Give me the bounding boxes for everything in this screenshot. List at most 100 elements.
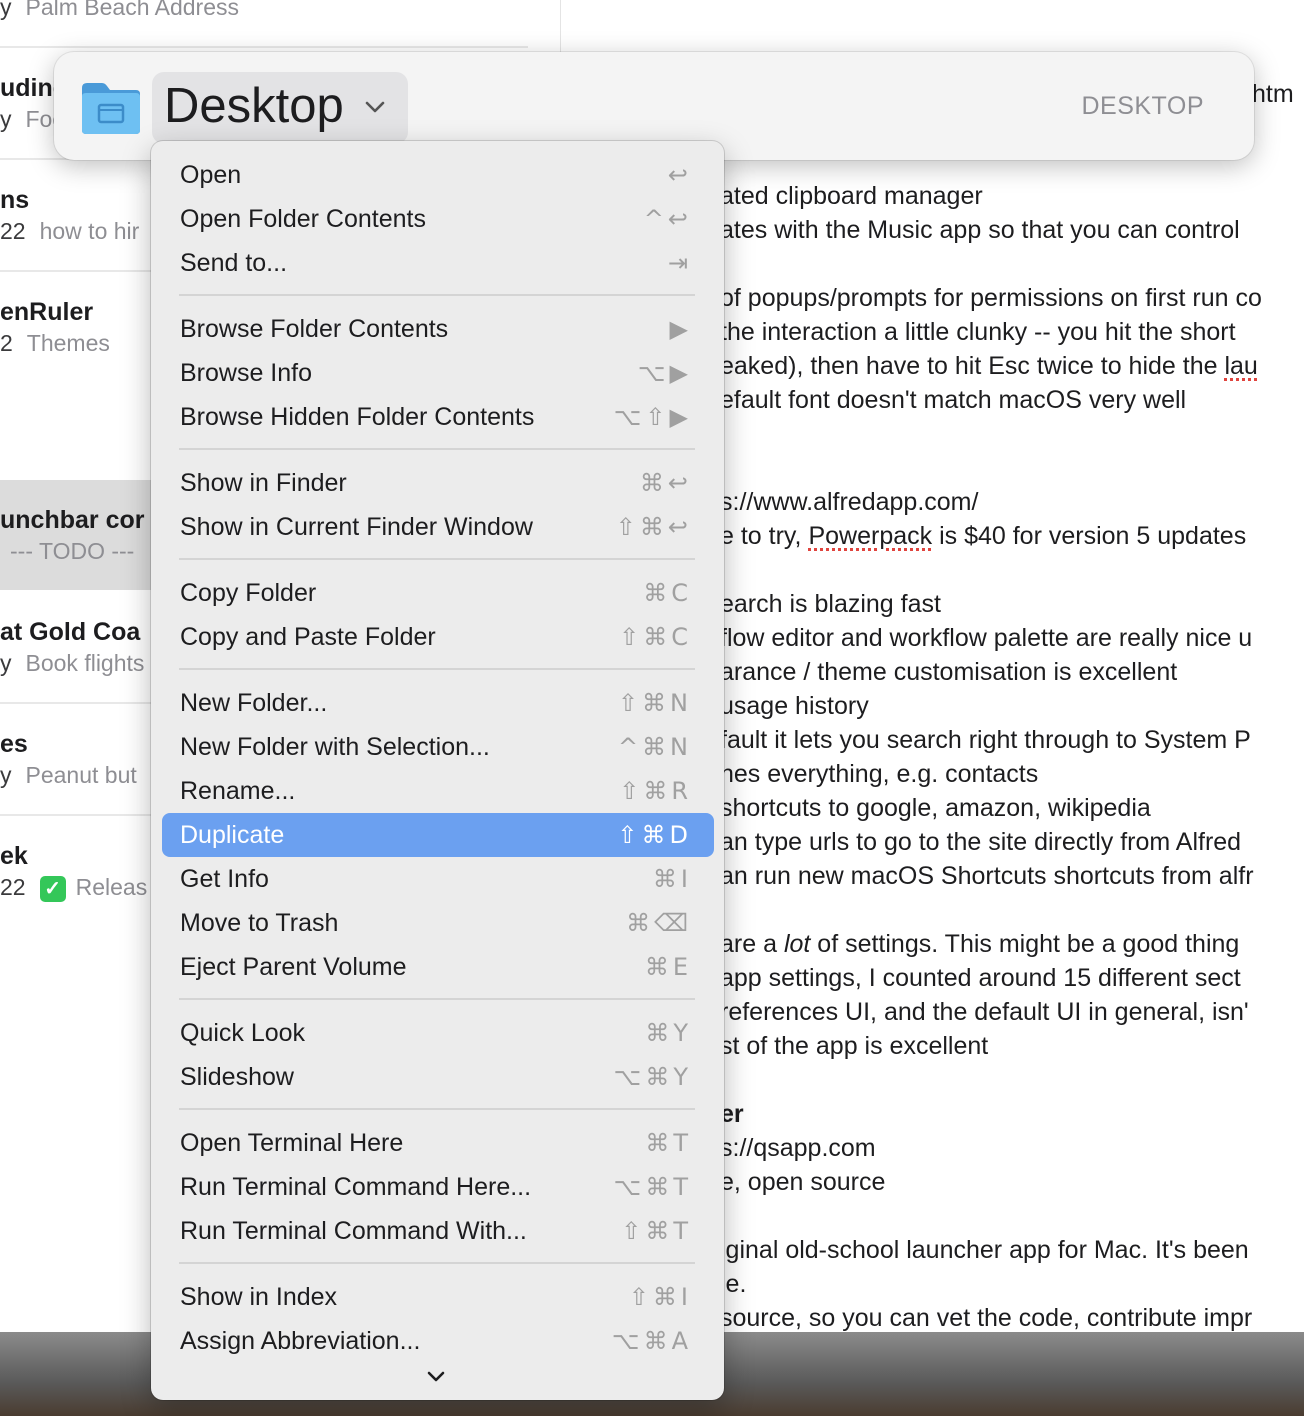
menu-item-label: Slideshow	[180, 1063, 294, 1091]
folder-name: Desktop	[164, 79, 344, 133]
menu-item-browse-folder-contents[interactable]: Browse Folder Contents ▶	[162, 307, 714, 351]
menu-item-shortcut: ^⌘N	[617, 733, 692, 761]
menu-item-open-terminal-here[interactable]: Open Terminal Here ⌘T	[162, 1121, 714, 1165]
note-body-line: the interaction a little clunky -- you h…	[720, 318, 1236, 346]
menu-item-move-to-trash[interactable]: Move to Trash ⌘⌫	[162, 901, 714, 945]
menu-item-label: Copy Folder	[180, 579, 317, 607]
menu-item-shortcut: ↩	[667, 161, 692, 189]
menu-item-label: Open Terminal Here	[180, 1129, 404, 1157]
menu-item-shortcut: ⇧⌘I	[628, 1283, 692, 1311]
menu-item-slideshow[interactable]: Slideshow ⌥⌘Y	[162, 1055, 714, 1099]
note-date: y	[0, 650, 12, 676]
menu-item-new-folder[interactable]: New Folder... ⇧⌘N	[162, 681, 714, 725]
menu-item-run-terminal-command-here[interactable]: Run Terminal Command Here... ⌥⌘T	[162, 1165, 714, 1209]
menu-item-shortcut: ⇧⌘R	[619, 777, 692, 805]
menu-item-label: Show in Finder	[180, 469, 347, 497]
action-menu: Open ↩ Open Folder Contents ^↩ Send to... ⇥ Br…	[151, 141, 724, 1400]
menu-item-shortcut: ⇧⌘D	[617, 821, 692, 849]
note-body-line: efault font doesn't match macOS very wel…	[720, 386, 1187, 414]
menu-item-show-in-current-finder-window[interactable]: Show in Current Finder Window ⇧⌘↩	[162, 505, 714, 549]
note-date: 2	[0, 330, 13, 356]
note-title: at Gold Coa	[0, 618, 141, 646]
menu-item-shortcut: ⌘↩	[639, 469, 692, 497]
note-snippet-text: Peanut but	[25, 762, 137, 788]
menu-separator	[179, 1262, 695, 1264]
menu-item-browse-hidden-folder-contents[interactable]: Browse Hidden Folder Contents ⌥⇧▶	[162, 395, 714, 439]
note-body-line: ated clipboard manager	[720, 182, 983, 210]
note-body-line: references UI, and the default UI in gen…	[720, 998, 1249, 1026]
menu-item-label: Open	[180, 161, 242, 189]
menu-item-label: Show in Index	[180, 1283, 338, 1311]
menu-item-shortcut: ⇧⌘N	[617, 689, 692, 717]
menu-item-rename[interactable]: Rename... ⇧⌘R	[162, 769, 714, 813]
menu-item-label: Get Info	[180, 865, 269, 893]
note-snippet-text: Releas	[75, 874, 148, 900]
menu-item-shortcut: ⌘⌫	[626, 909, 692, 937]
menu-item-label: Quick Look	[180, 1019, 306, 1047]
menu-item-open[interactable]: Open ↩	[162, 153, 714, 197]
menu-item-shortcut: ⌘Y	[645, 1019, 692, 1047]
menu-item-label: Copy and Paste Folder	[180, 623, 436, 651]
note-date: 22	[0, 218, 26, 244]
menu-item-show-in-index[interactable]: Show in Index ⇧⌘I	[162, 1275, 714, 1319]
checkmark-icon: ✓	[39, 875, 66, 902]
menu-separator	[179, 558, 695, 560]
menu-item-label: Show in Current Finder Window	[180, 513, 533, 541]
menu-item-copy-and-paste-folder[interactable]: Copy and Paste Folder ⇧⌘C	[162, 615, 714, 659]
menu-item-copy-folder[interactable]: Copy Folder ⌘C	[162, 571, 714, 615]
menu-item-label: Assign Abbreviation...	[180, 1327, 421, 1355]
menu-item-eject-parent-volume[interactable]: Eject Parent Volume ⌘E	[162, 945, 714, 989]
note-body-line: an run new macOS Shortcuts shortcuts fro…	[720, 862, 1254, 890]
menu-item-shortcut: ⇧⌘C	[619, 623, 692, 651]
note-body-line: hes everything, e.g. contacts	[720, 760, 1039, 788]
menu-item-shortcut: ⇧⌘↩	[615, 513, 692, 541]
menu-item-shortcut: ⌥⇧▶	[613, 403, 692, 431]
menu-item-browse-info[interactable]: Browse Info ⌥▶	[162, 351, 714, 395]
menu-item-get-info[interactable]: Get Info ⌘I	[162, 857, 714, 901]
menu-item-label: Browse Folder Contents	[180, 315, 449, 343]
note-title: ek	[0, 842, 28, 870]
note-title: unchbar cor	[0, 506, 145, 534]
menu-item-shortcut: ⇥	[667, 249, 692, 277]
menu-item-shortcut: ⇧⌘T	[621, 1217, 692, 1245]
menu-separator	[179, 668, 695, 670]
location-label: DESKTOP	[1081, 92, 1204, 120]
note-body-line: arance / theme customisation is excellen…	[720, 658, 1178, 686]
menu-item-assign-abbreviation[interactable]: Assign Abbreviation... ⌥⌘A	[162, 1319, 714, 1363]
menu-item-send-to[interactable]: Send to... ⇥	[162, 241, 714, 285]
note-date: y	[0, 0, 12, 20]
menu-item-new-folder-with-selection[interactable]: New Folder with Selection... ^⌘N	[162, 725, 714, 769]
menu-item-quick-look[interactable]: Quick Look ⌘Y	[162, 1011, 714, 1055]
menu-item-label: Open Folder Contents	[180, 205, 426, 233]
note-body-line: eaked), then have to hit Esc twice to hi…	[720, 352, 1258, 380]
menu-separator	[179, 1108, 695, 1110]
note-body-line: iginal old-school launcher app for Mac. …	[720, 1236, 1249, 1264]
menu-separator	[179, 448, 695, 450]
note-title: enRuler	[0, 298, 94, 326]
note-title: es	[0, 730, 28, 758]
note-body-line: fault it lets you search right through t…	[720, 726, 1251, 754]
note-snippet-text: Book flights	[25, 650, 145, 676]
note-body-line: st of the app is excellent	[720, 1032, 989, 1060]
note-body-line: e, open source	[720, 1168, 886, 1196]
note-snippet: 22 how to hir	[0, 218, 139, 245]
menu-item-show-in-finder[interactable]: Show in Finder ⌘↩	[162, 461, 714, 505]
note-snippet-text: how to hir	[39, 218, 140, 244]
menu-item-shortcut: ⌥▶	[637, 359, 692, 387]
note-separator	[0, 46, 528, 48]
chevron-down-icon	[365, 101, 385, 113]
menu-item-label: Browse Info	[180, 359, 313, 387]
menu-item-run-terminal-command-with[interactable]: Run Terminal Command With... ⇧⌘T	[162, 1209, 714, 1253]
chevron-down-icon[interactable]	[427, 1371, 445, 1383]
folder-selector[interactable]: Desktop	[152, 72, 408, 144]
note-snippet-text: Palm Beach Address	[25, 0, 240, 20]
note-snippet: 2 Themes	[0, 330, 110, 357]
note-snippet: 22 ✓ Releas	[0, 874, 147, 902]
note-snippet: y Palm Beach Address	[0, 0, 239, 21]
menu-item-open-folder-contents[interactable]: Open Folder Contents ^↩	[162, 197, 714, 241]
menu-item-duplicate[interactable]: Duplicate ⇧⌘D	[162, 813, 714, 857]
folder-icon	[82, 83, 140, 134]
menu-item-label: Rename...	[180, 777, 296, 805]
note-date: y	[0, 106, 12, 132]
note-list-item[interactable]: y Palm Beach Address	[0, 0, 560, 44]
